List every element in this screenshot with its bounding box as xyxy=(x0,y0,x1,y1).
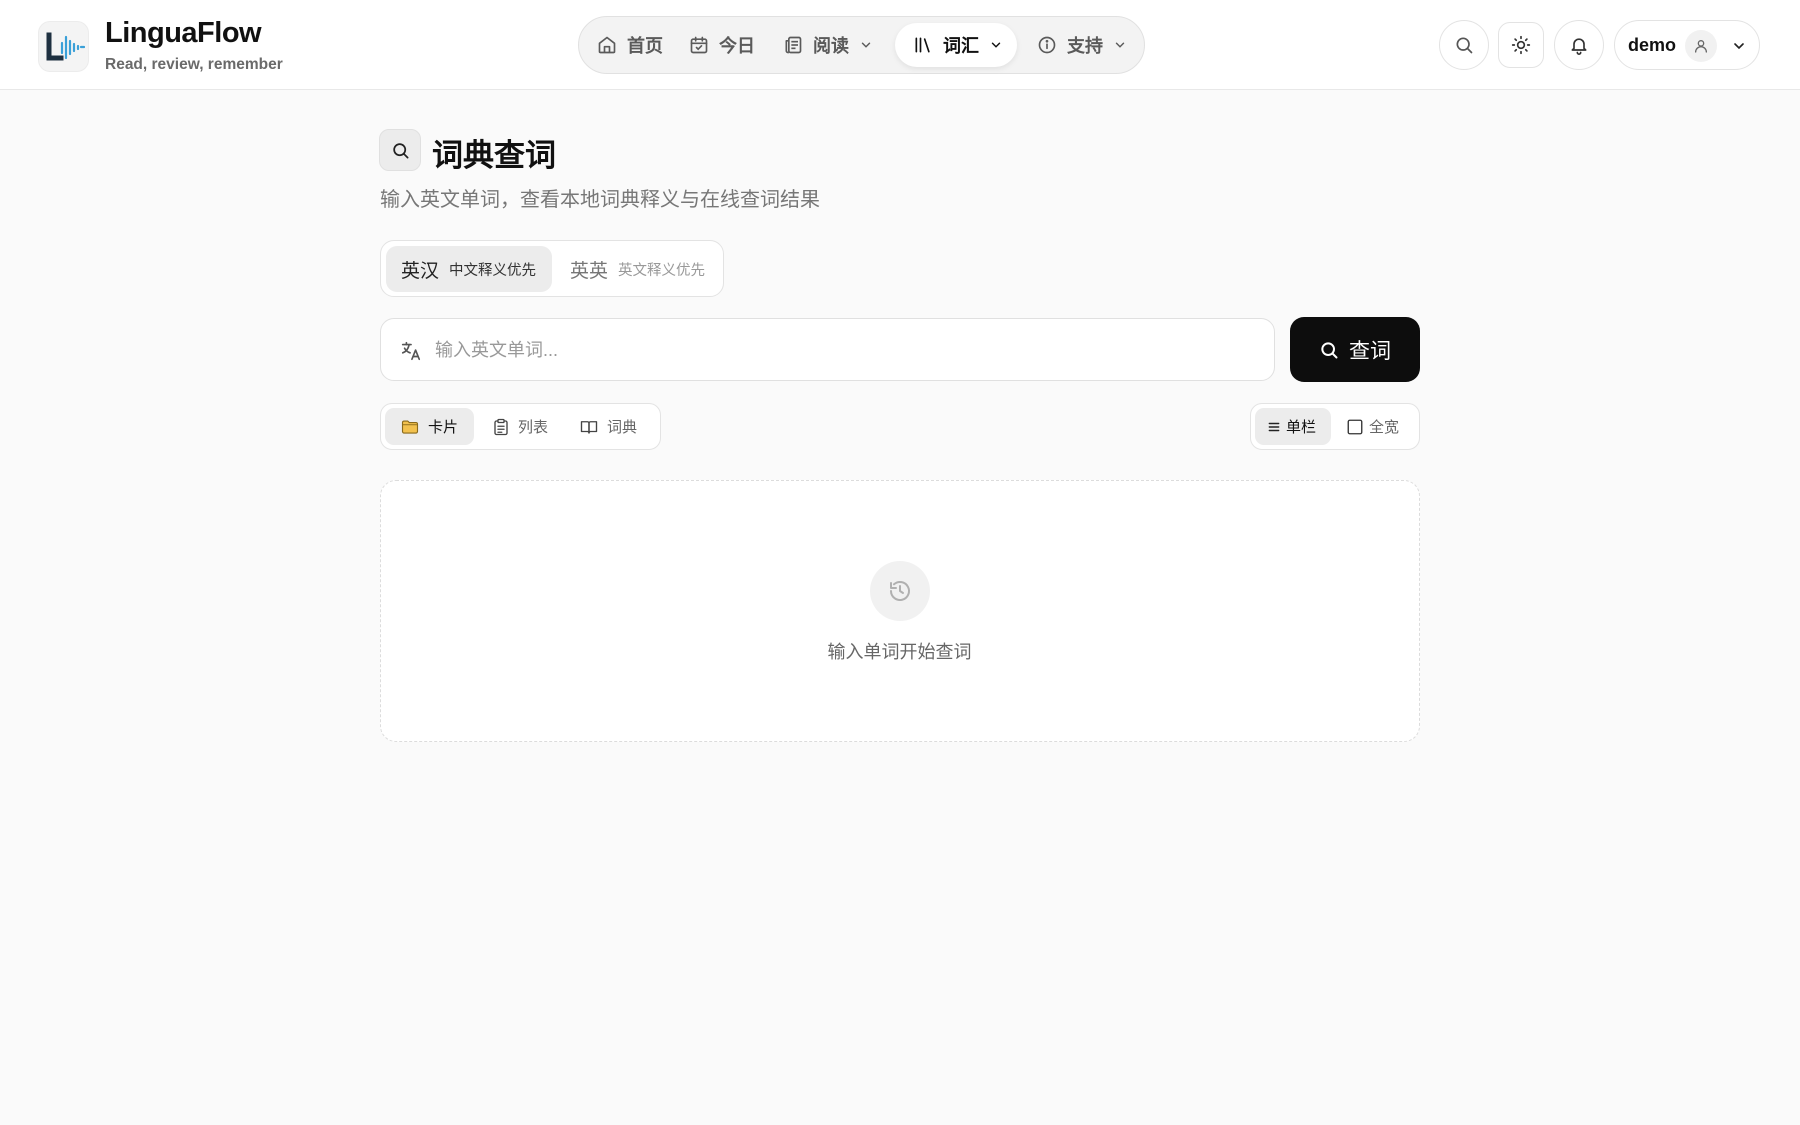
nav-today-label: 今日 xyxy=(719,36,755,56)
square-icon xyxy=(1347,419,1363,434)
nav-home-label: 首页 xyxy=(627,36,663,56)
sun-icon xyxy=(1511,35,1531,55)
layout-full-width[interactable]: 全宽 xyxy=(1334,408,1416,445)
nav-vocabulary-label: 词汇 xyxy=(943,36,979,56)
nav-support[interactable]: 支持 xyxy=(1019,23,1141,67)
chevron-down-icon xyxy=(991,42,1001,48)
search-icon xyxy=(1456,37,1473,54)
word-search-input[interactable] xyxy=(435,329,1255,371)
nav-reading-label: 阅读 xyxy=(813,36,849,56)
header-search-button[interactable] xyxy=(1439,20,1489,70)
brand-tagline: Read, review, remember xyxy=(105,56,283,73)
nav-today[interactable]: 今日 xyxy=(671,23,763,67)
chevron-down-icon xyxy=(861,42,871,48)
dictionary-mode-selector: 英汉 中文释义优先 英英 英文释义优先 xyxy=(380,240,724,297)
brand-name[interactable]: LinguaFlow xyxy=(105,17,262,50)
mode-en-en-label: 英英 xyxy=(570,260,609,282)
mode-en-en-hint: 英文释义优先 xyxy=(618,262,706,279)
page-title: 词典查词 xyxy=(432,138,556,173)
results-empty-state: 输入单词开始查词 xyxy=(380,480,1420,742)
info-icon xyxy=(1038,36,1056,54)
layout-single-column[interactable]: 单栏 xyxy=(1255,408,1331,445)
layout-single-label: 单栏 xyxy=(1286,419,1317,436)
view-list-label: 列表 xyxy=(518,419,549,436)
page-title-icon xyxy=(379,129,421,171)
mode-en-zh[interactable]: 英汉 中文释义优先 xyxy=(386,246,552,292)
theme-toggle-button[interactable] xyxy=(1498,22,1544,68)
query-button-label: 查词 xyxy=(1349,339,1391,363)
top-header: LinguaFlow Read, review, remember 首页 今日 … xyxy=(0,0,1800,90)
view-card[interactable]: 卡片 xyxy=(385,408,474,445)
clipboard-icon xyxy=(494,418,508,435)
calendar-icon xyxy=(690,36,708,54)
view-dictionary-label: 词典 xyxy=(607,419,638,436)
empty-state-icon-wrapper xyxy=(870,561,930,621)
layout-selector: 单栏 全宽 xyxy=(1250,403,1420,450)
view-list[interactable]: 列表 xyxy=(477,408,561,445)
layout-full-label: 全宽 xyxy=(1369,419,1400,436)
bell-icon xyxy=(1571,38,1587,55)
nav-vocabulary[interactable]: 词汇 xyxy=(895,23,1017,67)
translate-icon xyxy=(401,341,421,361)
home-icon xyxy=(598,36,616,54)
nav-support-label: 支持 xyxy=(1067,36,1103,56)
history-icon xyxy=(890,581,910,601)
chevron-down-icon xyxy=(1115,42,1125,48)
search-icon xyxy=(392,142,408,158)
page-subtitle: 输入英文单词，查看本地词典释义与在线查词结果 xyxy=(380,189,820,211)
user-menu-button[interactable]: demo xyxy=(1614,20,1760,70)
user-icon xyxy=(1695,40,1707,53)
book-icon xyxy=(580,420,598,434)
main-nav: 首页 今日 阅读 词汇 支持 xyxy=(578,16,1145,74)
avatar xyxy=(1685,30,1717,62)
folder-icon xyxy=(401,419,419,434)
search-icon xyxy=(1321,341,1338,358)
nav-home[interactable]: 首页 xyxy=(579,23,676,67)
logo[interactable] xyxy=(38,21,89,72)
query-button[interactable]: 查词 xyxy=(1290,317,1420,382)
user-name: demo xyxy=(1628,35,1677,55)
list-icon xyxy=(1268,422,1280,431)
newspaper-icon xyxy=(785,36,802,54)
view-mode-selector: 卡片 列表 词典 xyxy=(380,403,661,450)
view-dictionary[interactable]: 词典 xyxy=(564,408,656,445)
mode-en-zh-hint: 中文释义优先 xyxy=(449,262,537,279)
word-search-box xyxy=(380,318,1275,381)
logo-icon xyxy=(46,32,85,61)
nav-reading[interactable]: 阅读 xyxy=(765,23,875,67)
mode-en-zh-label: 英汉 xyxy=(401,260,440,282)
library-icon xyxy=(915,37,930,53)
chevron-down-icon xyxy=(1734,43,1744,50)
view-card-label: 卡片 xyxy=(428,419,459,436)
mode-en-en[interactable]: 英英 英文释义优先 xyxy=(555,246,719,292)
empty-state-text: 输入单词开始查词 xyxy=(827,642,972,662)
notifications-button[interactable] xyxy=(1554,20,1604,70)
